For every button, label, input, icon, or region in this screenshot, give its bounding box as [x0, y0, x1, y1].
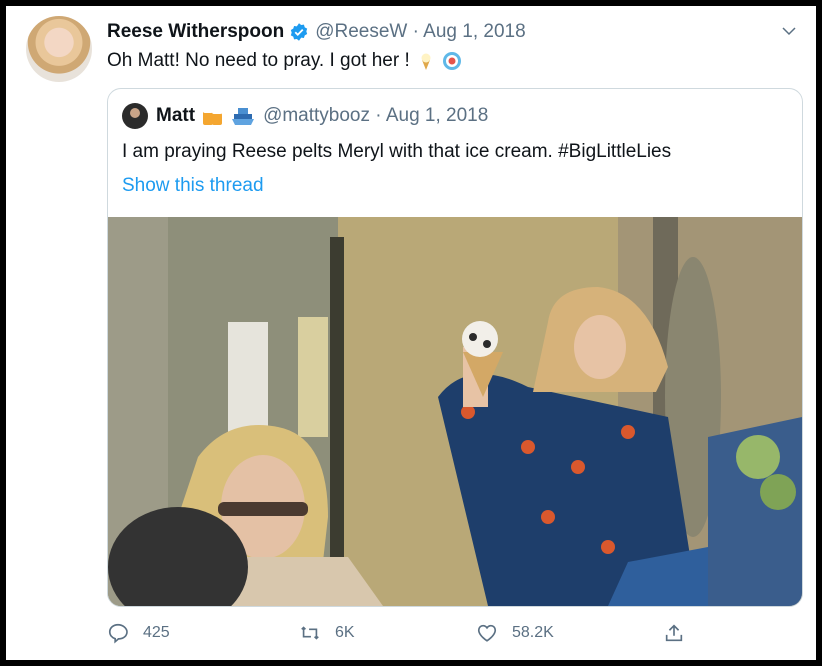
- target-emoji: [442, 52, 461, 70]
- quoted-header: Matt @mattybooz · Aug 1, 2018: [122, 103, 488, 129]
- chevron-down-icon[interactable]: [780, 22, 798, 40]
- quoted-tweet[interactable]: Matt @mattybooz · Aug 1, 2018 I am prayi…: [107, 88, 803, 607]
- verified-badge-icon: [291, 23, 308, 41]
- tweet-card: Reese Witherspoon @ReeseW · Aug 1, 2018 …: [6, 6, 816, 660]
- quoted-handle-date: @mattybooz · Aug 1, 2018: [263, 105, 489, 126]
- author-avatar[interactable]: [26, 16, 92, 82]
- ice-cream-emoji: [421, 53, 431, 70]
- reply-count: 425: [143, 624, 170, 641]
- share-action[interactable]: [663, 622, 699, 644]
- reply-icon: [108, 623, 128, 644]
- quoted-author-name: Matt: [156, 105, 196, 126]
- author-name[interactable]: Reese Witherspoon: [107, 21, 284, 43]
- retweet-count: 6K: [335, 624, 355, 641]
- author-handle-date[interactable]: @ReeseW · Aug 1, 2018: [315, 21, 525, 43]
- show-thread-link[interactable]: Show this thread: [122, 175, 264, 197]
- beer-emoji: [203, 108, 223, 125]
- retweet-action[interactable]: 6K: [299, 622, 355, 644]
- quoted-photo[interactable]: [108, 217, 802, 606]
- like-count: 58.2K: [512, 624, 554, 641]
- retweet-icon: [301, 626, 319, 640]
- tweet-text: Oh Matt! No need to pray. I got her !: [107, 50, 410, 71]
- quoted-avatar: [122, 103, 148, 129]
- tweet-header: Reese Witherspoon @ReeseW · Aug 1, 2018: [107, 20, 526, 44]
- like-icon: [477, 624, 497, 642]
- share-icon: [665, 624, 683, 642]
- ship-emoji: [232, 108, 255, 125]
- like-action[interactable]: 58.2K: [476, 622, 554, 644]
- action-bar: 425 6K 58.2K: [6, 618, 816, 650]
- quoted-text: I am praying Reese pelts Meryl with that…: [122, 141, 672, 162]
- reply-action[interactable]: 425: [107, 622, 170, 644]
- tweet-text-row: Oh Matt! No need to pray. I got her !: [107, 50, 462, 72]
